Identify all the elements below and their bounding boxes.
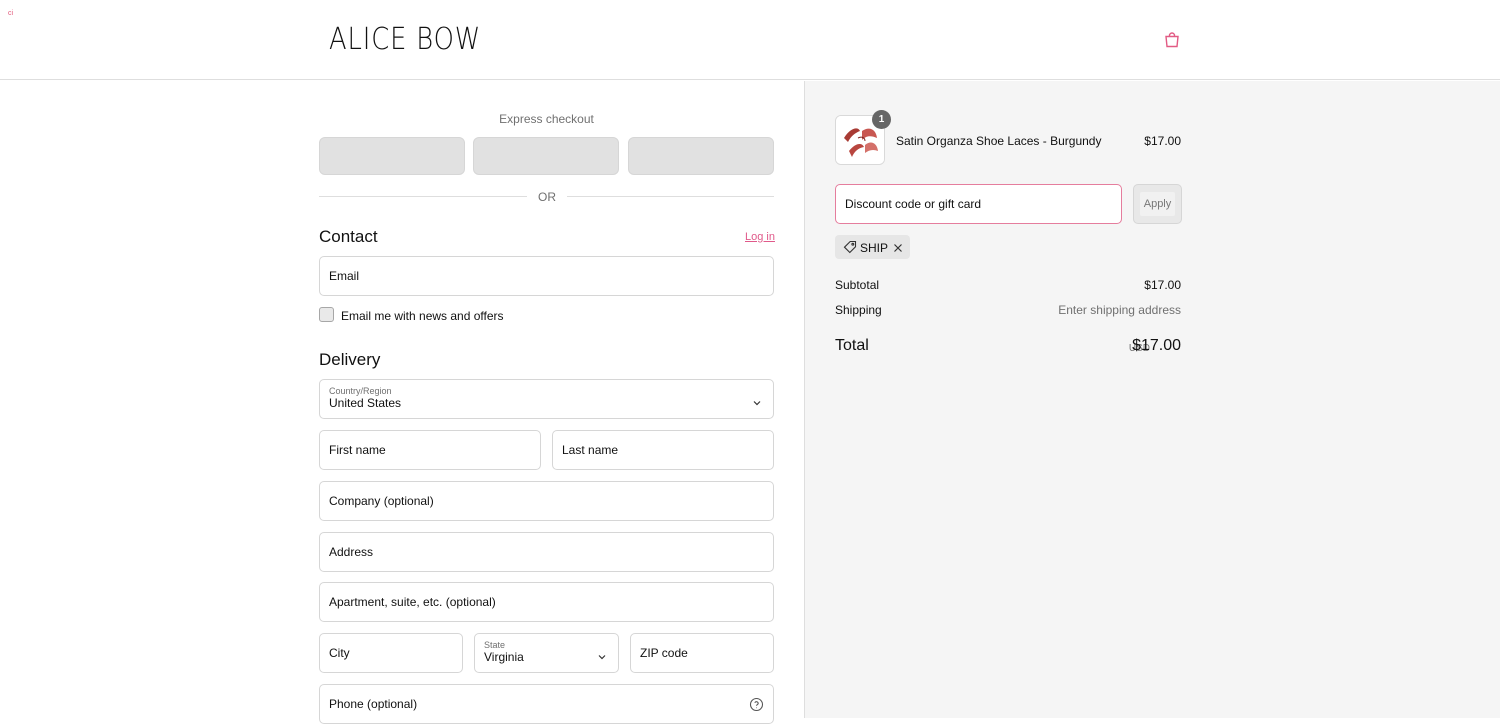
news-offers-label: Email me with news and offers	[341, 309, 504, 323]
last-name-placeholder: Last name	[562, 443, 619, 457]
applied-discount-tag: SHIP	[835, 235, 910, 259]
total-value: $17.00	[1132, 337, 1181, 354]
discount-tag-label: SHIP	[860, 241, 889, 255]
city-field[interactable]: City	[319, 633, 463, 673]
news-offers-checkbox[interactable]	[319, 307, 334, 322]
state-label: State	[484, 640, 506, 650]
country-value: United States	[329, 396, 402, 410]
delivery-title: Delivery	[319, 350, 381, 369]
checkout-header: ci ALICE BOW	[0, 0, 1500, 80]
email-field[interactable]: Email	[319, 256, 774, 296]
corner-mark: ci	[8, 10, 14, 17]
express-payment-button[interactable]	[319, 137, 465, 175]
apartment-field[interactable]: Apartment, suite, etc. (optional)	[319, 582, 774, 622]
discount-code-field[interactable]: Discount code or gift card	[835, 184, 1122, 224]
apartment-placeholder: Apartment, suite, etc. (optional)	[329, 595, 496, 609]
divider-line	[567, 196, 774, 197]
phone-field[interactable]: Phone (optional)	[319, 684, 774, 724]
shopping-bag-icon[interactable]	[1163, 31, 1181, 49]
express-checkout-title: Express checkout	[499, 112, 594, 126]
apply-button-label: Apply	[1140, 192, 1175, 216]
subtotal-label: Subtotal	[835, 278, 880, 292]
checkout-form-panel: Express checkout OR Contact Log in Email…	[0, 81, 804, 724]
express-payment-button[interactable]	[473, 137, 619, 175]
apply-discount-button[interactable]: Apply	[1133, 184, 1182, 224]
shipping-label: Shipping	[835, 303, 882, 317]
tag-icon	[843, 240, 857, 254]
email-placeholder: Email	[329, 269, 360, 283]
discount-placeholder: Discount code or gift card	[845, 197, 982, 211]
country-select[interactable]: Country/Region United States	[319, 379, 774, 419]
help-circle-icon[interactable]	[749, 697, 764, 712]
login-link[interactable]: Log in	[745, 231, 775, 243]
first-name-field[interactable]: First name	[319, 430, 541, 470]
last-name-field[interactable]: Last name	[552, 430, 774, 470]
quantity-badge: 1	[872, 110, 891, 129]
shipping-value: Enter shipping address	[1058, 303, 1181, 317]
state-select[interactable]: State Virginia	[474, 633, 619, 673]
state-value: Virginia	[484, 650, 524, 664]
total-label: Total	[835, 337, 869, 354]
company-field[interactable]: Company (optional)	[319, 481, 774, 521]
zip-code-placeholder: ZIP code	[640, 646, 688, 660]
divider-line	[319, 196, 527, 197]
express-payment-button[interactable]	[628, 137, 774, 175]
address-field[interactable]: Address	[319, 532, 774, 572]
city-placeholder: City	[329, 646, 350, 660]
phone-placeholder: Phone (optional)	[329, 697, 418, 711]
country-label: Country/Region	[329, 386, 392, 396]
address-placeholder: Address	[329, 545, 374, 559]
order-summary-panel: 1 Satin Organza Shoe Laces - Burgundy $1…	[804, 81, 1500, 718]
or-divider-text: OR	[538, 190, 556, 204]
chevron-down-icon	[752, 395, 762, 406]
contact-title: Contact	[319, 227, 378, 246]
company-placeholder: Company (optional)	[329, 494, 434, 508]
first-name-placeholder: First name	[329, 443, 386, 457]
product-name: Satin Organza Shoe Laces - Burgundy	[896, 134, 1102, 148]
subtotal-value: $17.00	[1144, 278, 1181, 292]
chevron-down-icon	[597, 649, 607, 660]
zip-code-field[interactable]: ZIP code	[630, 633, 774, 673]
store-logo[interactable]: ALICE BOW	[329, 22, 481, 57]
product-price: $17.00	[1144, 134, 1181, 148]
close-icon[interactable]	[892, 241, 904, 253]
